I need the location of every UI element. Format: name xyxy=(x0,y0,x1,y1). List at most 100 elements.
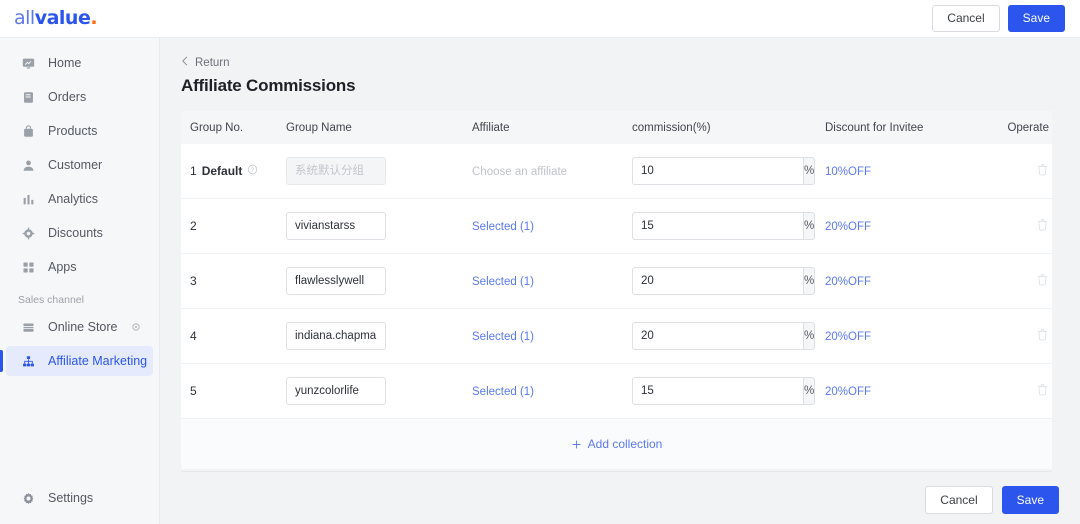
sitemap-icon xyxy=(18,355,38,368)
return-label: Return xyxy=(195,57,230,69)
gear-icon xyxy=(18,492,38,505)
table-row: 2 Selected (1) % 20%OFF xyxy=(181,199,1052,254)
trash-icon[interactable] xyxy=(1036,163,1049,179)
sidebar-item-analytics[interactable]: Analytics xyxy=(6,184,153,214)
brand-logo[interactable]: allvalue. xyxy=(14,9,97,28)
affiliate-placeholder[interactable]: Choose an affiliate xyxy=(472,166,567,178)
trash-icon[interactable] xyxy=(1036,218,1049,234)
trash-icon[interactable] xyxy=(1036,273,1049,289)
cell-discount: 20%OFF xyxy=(825,219,1015,233)
sidebar-item-orders[interactable]: Orders xyxy=(6,82,153,112)
cell-discount: 20%OFF xyxy=(825,384,1015,398)
main-content: Return Affiliate Commissions Group No. G… xyxy=(160,38,1080,524)
commission-input[interactable] xyxy=(632,212,803,240)
discount-link[interactable]: 20%OFF xyxy=(825,386,871,398)
group-no-default-wrap: 1 Default ? xyxy=(190,164,286,178)
discount-link[interactable]: 10%OFF xyxy=(825,166,871,178)
gear-icon[interactable] xyxy=(131,322,141,332)
cell-group-name xyxy=(286,377,472,405)
cancel-button-footer[interactable]: Cancel xyxy=(925,486,992,514)
cell-group-no: 3 xyxy=(181,274,286,288)
add-collection-button[interactable]: Add collection xyxy=(181,419,1052,469)
trash-icon[interactable] xyxy=(1036,328,1049,344)
affiliate-selected-link[interactable]: Selected (1) xyxy=(472,276,534,288)
commission-input[interactable] xyxy=(632,322,803,350)
percent-suffix: % xyxy=(803,157,815,185)
cancel-button-top[interactable]: Cancel xyxy=(932,5,999,32)
monitor-icon xyxy=(18,57,38,70)
commissions-table-card: Group No. Group Name Affiliate commissio… xyxy=(181,111,1052,469)
discount-link[interactable]: 20%OFF xyxy=(825,221,871,233)
group-no-value: 5 xyxy=(190,384,197,398)
cell-operate xyxy=(1015,273,1052,289)
table-header-row: Group No. Group Name Affiliate commissio… xyxy=(181,111,1052,144)
sidebar-bottom: Settings xyxy=(0,483,159,517)
commission-input[interactable] xyxy=(632,377,803,405)
column-header-affiliate: Affiliate xyxy=(472,122,632,134)
default-tag: Default xyxy=(202,164,243,178)
cell-group-no: 5 xyxy=(181,384,286,398)
cell-affiliate: Choose an affiliate xyxy=(472,164,632,178)
save-button-footer[interactable]: Save xyxy=(1002,486,1059,514)
footer-separator xyxy=(181,471,1052,472)
cell-commission: % xyxy=(632,322,825,350)
group-name-input xyxy=(286,157,386,185)
affiliate-selected-link[interactable]: Selected (1) xyxy=(472,386,534,398)
sidebar-item-affiliate-marketing[interactable]: Affiliate Marketing xyxy=(6,346,153,376)
table-row: 4 Selected (1) % 20%OFF xyxy=(181,309,1052,364)
commission-input-group: % xyxy=(632,267,768,295)
group-name-input[interactable] xyxy=(286,212,386,240)
info-icon[interactable]: ? xyxy=(247,164,258,178)
discount-link[interactable]: 20%OFF xyxy=(825,331,871,343)
person-icon xyxy=(18,159,38,172)
percent-suffix: % xyxy=(803,212,815,240)
cell-affiliate: Selected (1) xyxy=(472,384,632,398)
cell-affiliate: Selected (1) xyxy=(472,329,632,343)
sidebar-item-home[interactable]: Home xyxy=(6,48,153,78)
column-header-operate: Operate xyxy=(1015,122,1052,134)
svg-text:?: ? xyxy=(251,168,255,174)
logo-text-all: all xyxy=(14,7,35,29)
group-no-value: 2 xyxy=(190,219,197,233)
cell-operate xyxy=(1015,383,1052,399)
cell-affiliate: Selected (1) xyxy=(472,219,632,233)
plus-icon xyxy=(571,439,582,450)
grid-icon xyxy=(18,261,38,274)
cell-group-no: 4 xyxy=(181,329,286,343)
sidebar-item-label: Products xyxy=(48,124,97,138)
return-link[interactable]: Return xyxy=(181,56,230,69)
sidebar-item-apps[interactable]: Apps xyxy=(6,252,153,282)
group-name-input[interactable] xyxy=(286,267,386,295)
discount-link[interactable]: 20%OFF xyxy=(825,276,871,288)
sidebar-item-settings[interactable]: Settings xyxy=(6,483,153,513)
commission-input[interactable] xyxy=(632,267,803,295)
commission-input[interactable] xyxy=(632,157,803,185)
add-collection-label: Add collection xyxy=(588,437,663,451)
save-button-top[interactable]: Save xyxy=(1008,5,1065,32)
cell-operate xyxy=(1015,328,1052,344)
group-name-input[interactable] xyxy=(286,377,386,405)
group-name-input[interactable] xyxy=(286,322,386,350)
cell-group-name xyxy=(286,267,472,295)
sidebar-item-products[interactable]: Products xyxy=(6,116,153,146)
logo-dot: . xyxy=(90,7,97,29)
percent-suffix: % xyxy=(803,322,815,350)
affiliate-selected-link[interactable]: Selected (1) xyxy=(472,221,534,233)
sidebar-item-label: Home xyxy=(48,56,81,70)
percent-suffix: % xyxy=(803,377,815,405)
table-row: 1 Default ? Choose an affiliate % xyxy=(181,144,1052,199)
cell-commission: % xyxy=(632,377,825,405)
cell-group-name xyxy=(286,322,472,350)
sidebar-item-customer[interactable]: Customer xyxy=(6,150,153,180)
group-no-value: 1 xyxy=(190,164,197,178)
sidebar-item-online-store[interactable]: Online Store xyxy=(6,312,153,342)
sidebar-item-discounts[interactable]: Discounts xyxy=(6,218,153,248)
cell-group-no: 1 Default ? xyxy=(181,164,286,178)
cell-discount: 20%OFF xyxy=(825,274,1015,288)
sidebar-item-label: Apps xyxy=(48,260,77,274)
discount-tag-icon xyxy=(18,227,38,240)
trash-icon[interactable] xyxy=(1036,383,1049,399)
store-icon xyxy=(18,321,38,334)
affiliate-selected-link[interactable]: Selected (1) xyxy=(472,331,534,343)
group-no-value: 3 xyxy=(190,274,197,288)
